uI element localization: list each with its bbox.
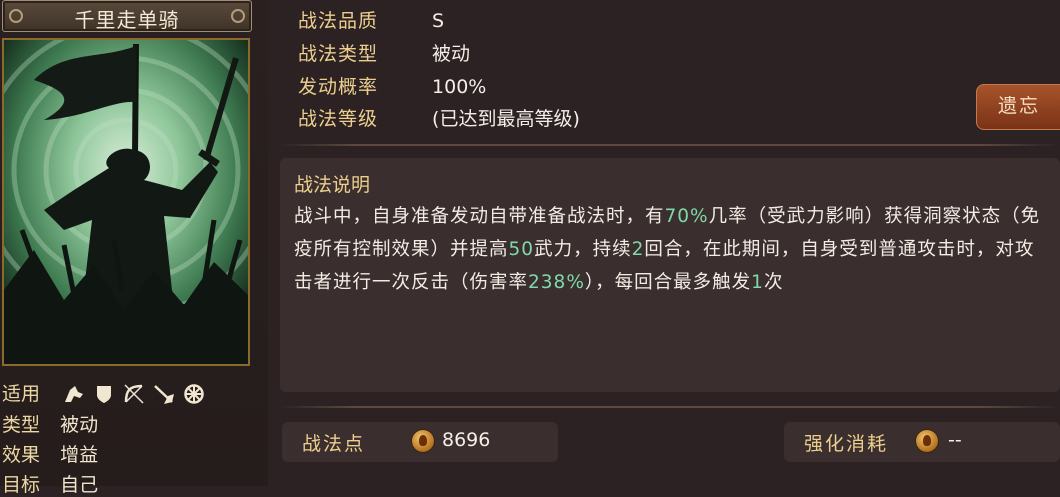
highlight-damage-rate: 238%	[528, 272, 585, 293]
applicable-label: 适用	[2, 383, 41, 405]
highlight-duration: 2	[631, 239, 645, 260]
skill-points-box: 战法点 8696	[282, 422, 558, 462]
chance-value: 100%	[432, 76, 487, 98]
effect-row: 效果 增益	[2, 440, 98, 467]
skill-card: 千里走单骑 适用 类型 被动 效果 增益 目标 自己	[0, 0, 268, 496]
divider	[278, 144, 1060, 146]
type-row: 类型 被动	[2, 410, 98, 437]
chance-row: 发动概率 100%	[298, 72, 486, 99]
skill-name-banner: 千里走单骑	[2, 0, 252, 32]
effect-label: 效果	[2, 444, 41, 466]
skill-points-value: 8696	[442, 429, 491, 451]
level-row: 战法等级 (已达到最高等级)	[298, 104, 580, 131]
skill-detail-panel: 战法品质 S 战法类型 被动 发动概率 100% 战法等级 (已达到最高等级) …	[268, 0, 1060, 486]
level-value: (已达到最高等级)	[432, 108, 580, 130]
category-label: 战法类型	[298, 43, 379, 65]
bow-icon	[122, 382, 146, 406]
type-value: 被动	[60, 414, 99, 436]
chance-label: 发动概率	[298, 76, 379, 98]
effect-value: 增益	[60, 444, 99, 466]
spear-icon	[152, 382, 176, 406]
highlight-chance: 70%	[664, 206, 709, 227]
description-box: 战法说明 战斗中，自身准备发动自带准备战法时，有70%几率（受武力影响）获得洞察…	[280, 158, 1060, 392]
coin-icon	[916, 430, 938, 452]
skill-portrait-art	[4, 40, 248, 364]
terrain-icons	[62, 382, 206, 406]
skill-portrait	[2, 38, 250, 366]
applicable-row: 适用	[2, 379, 54, 406]
skill-name: 千里走单骑	[74, 8, 180, 32]
description-seg-6: 次	[763, 272, 784, 293]
highlight-force: 50	[508, 239, 535, 260]
category-value: 被动	[432, 43, 471, 65]
quality-value: S	[432, 10, 445, 32]
type-label: 类型	[2, 414, 41, 436]
description-text: 战斗中，自身准备发动自带准备战法时，有70%几率（受武力影响）获得洞察状态（免疫…	[294, 200, 1044, 299]
category-row: 战法类型 被动	[298, 39, 470, 66]
target-row: 目标 自己	[2, 470, 98, 497]
description-seg-1: 战斗中，自身准备发动自带准备战法时，有	[294, 206, 665, 227]
skill-points-label: 战法点	[302, 433, 366, 455]
upgrade-cost-box: 强化消耗 --	[784, 422, 1060, 462]
target-label: 目标	[2, 474, 41, 496]
divider	[278, 406, 1060, 408]
upgrade-cost-label: 强化消耗	[804, 433, 889, 455]
forget-button[interactable]: 遗忘	[976, 84, 1060, 130]
coin-icon	[412, 430, 434, 452]
shield-icon	[92, 382, 116, 406]
upgrade-cost-value: --	[948, 429, 962, 451]
quality-row: 战法品质 S	[298, 6, 444, 33]
cavalry-icon	[62, 382, 86, 406]
description-seg-5: ），每回合最多触发	[584, 272, 752, 293]
highlight-trigger-count: 1	[751, 272, 764, 293]
target-value: 自己	[60, 474, 99, 496]
description-seg-3: 武力，持续	[534, 239, 632, 260]
wheel-icon	[182, 382, 206, 406]
description-title: 战法说明	[294, 174, 371, 196]
level-label: 战法等级	[298, 108, 379, 130]
quality-label: 战法品质	[298, 10, 379, 32]
